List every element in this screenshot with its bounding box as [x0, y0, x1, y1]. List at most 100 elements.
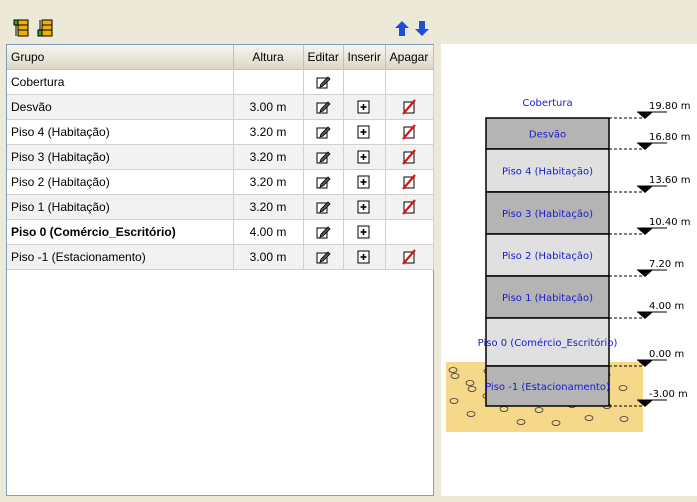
table-row[interactable]: Piso 4 (Habitação) 3.20 m: [7, 119, 434, 145]
row-grupo-cell: Piso 1 (Habitação): [7, 194, 234, 220]
row-altura-cell: 3.20 m: [233, 169, 304, 195]
pencil-edit-icon[interactable]: [315, 199, 331, 214]
floor-label: Piso -1 (Estacionamento): [485, 382, 610, 393]
building-section-panel: Desvão Piso 4 (Habitação) Piso 3 (Habitaçã…: [441, 44, 697, 496]
row-apagar-cell: [385, 119, 434, 145]
row-editar-cell: [303, 144, 344, 170]
row-editar-cell: [303, 169, 344, 195]
column-header-editar[interactable]: Editar: [303, 45, 344, 70]
delete-strike-icon[interactable]: [401, 124, 417, 140]
row-grupo-cell: Cobertura: [7, 69, 234, 95]
row-altura-cell: 3.00 m: [233, 244, 304, 270]
floor-label: Piso 4 (Habitação): [502, 167, 593, 178]
level-elevation: 16.80 m: [649, 132, 691, 143]
row-editar-cell: [303, 69, 344, 95]
table-row[interactable]: Piso 0 (Comércio_Escritório) 4.00 m: [7, 219, 434, 245]
pencil-edit-icon[interactable]: [315, 249, 331, 264]
floor-label: Piso 2 (Habitação): [502, 251, 593, 262]
row-altura-cell: [233, 69, 304, 95]
table-header-row: Grupo Altura Editar Inserir Apagar: [7, 45, 434, 70]
row-inserir-cell: [343, 244, 386, 270]
row-altura-cell: 3.20 m: [233, 144, 304, 170]
level-elevation: 13.60 m: [649, 175, 691, 186]
row-editar-cell: [303, 94, 344, 120]
row-altura-cell: 3.00 m: [233, 94, 304, 120]
floor-label: Desvão: [529, 130, 566, 141]
delete-strike-icon[interactable]: [401, 199, 417, 215]
row-inserir-cell: [343, 219, 386, 245]
row-apagar-cell: [385, 194, 434, 220]
floor-label: Piso 1 (Habitação): [502, 293, 593, 304]
insert-plus-icon[interactable]: [356, 99, 372, 114]
pencil-edit-icon[interactable]: [315, 149, 331, 164]
building-section-diagram: Desvão Piso 4 (Habitação) Piso 3 (Habitaçã…: [446, 98, 691, 432]
add-floor-below-icon[interactable]: [37, 18, 57, 38]
row-inserir-cell: [343, 94, 386, 120]
insert-plus-icon[interactable]: [356, 149, 372, 164]
insert-plus-icon[interactable]: [356, 249, 372, 264]
delete-strike-icon[interactable]: [401, 99, 417, 115]
row-inserir-cell: [343, 119, 386, 145]
row-apagar-cell: [385, 69, 434, 95]
pencil-edit-icon[interactable]: [315, 74, 331, 89]
row-inserir-cell: [343, 69, 386, 95]
row-altura-cell: 3.20 m: [233, 119, 304, 145]
row-apagar-cell: [385, 169, 434, 195]
row-grupo-cell: Piso 0 (Comércio_Escritório): [7, 219, 234, 245]
floor-label: Piso 3 (Habitação): [502, 209, 593, 220]
column-header-apagar[interactable]: Apagar: [385, 45, 434, 70]
pencil-edit-icon[interactable]: [315, 99, 331, 114]
toolbar: [0, 0, 440, 44]
row-altura-cell: 3.20 m: [233, 194, 304, 220]
floor-groups-table: Grupo Altura Editar Inserir Apagar Cober…: [7, 45, 434, 270]
delete-strike-icon[interactable]: [401, 249, 417, 265]
row-grupo-cell: Piso 3 (Habitação): [7, 144, 234, 170]
row-editar-cell: [303, 244, 344, 270]
table-row[interactable]: Piso -1 (Estacionamento) 3.00 m: [7, 244, 434, 270]
row-grupo-cell: Piso 2 (Habitação): [7, 169, 234, 195]
row-apagar-cell: [385, 244, 434, 270]
roof-label: Cobertura: [522, 98, 572, 109]
row-altura-cell: 4.00 m: [233, 219, 304, 245]
level-elevation: 0.00 m: [649, 349, 684, 360]
level-elevation: 19.80 m: [649, 101, 691, 112]
insert-plus-icon[interactable]: [356, 224, 372, 239]
floor-label: Piso 0 (Comércio_Escritório): [478, 337, 618, 349]
insert-plus-icon[interactable]: [356, 124, 372, 139]
insert-plus-icon[interactable]: [356, 199, 372, 214]
column-header-grupo[interactable]: Grupo: [7, 45, 234, 70]
table-row[interactable]: Cobertura: [7, 69, 434, 95]
table-row[interactable]: Piso 1 (Habitação) 3.20 m: [7, 194, 434, 220]
column-header-inserir[interactable]: Inserir: [343, 45, 386, 70]
column-header-altura[interactable]: Altura: [233, 45, 304, 70]
delete-strike-icon[interactable]: [401, 149, 417, 165]
table-row[interactable]: Piso 2 (Habitação) 3.20 m: [7, 169, 434, 195]
row-grupo-cell: Piso 4 (Habitação): [7, 119, 234, 145]
level-elevation: -3.00 m: [649, 389, 688, 400]
row-apagar-cell: [385, 144, 434, 170]
row-apagar-cell: [385, 94, 434, 120]
level-elevation: 4.00 m: [649, 301, 684, 312]
row-apagar-cell: [385, 219, 434, 245]
move-down-arrow-icon[interactable]: [412, 18, 432, 38]
row-editar-cell: [303, 194, 344, 220]
row-inserir-cell: [343, 144, 386, 170]
row-grupo-cell: Desvão: [7, 94, 234, 120]
row-grupo-cell: Piso -1 (Estacionamento): [7, 244, 234, 270]
table-row[interactable]: Piso 3 (Habitação) 3.20 m: [7, 144, 434, 170]
delete-strike-icon[interactable]: [401, 174, 417, 190]
level-elevation: 10.40 m: [649, 217, 691, 228]
row-editar-cell: [303, 219, 344, 245]
pencil-edit-icon[interactable]: [315, 224, 331, 239]
add-floor-above-icon[interactable]: [13, 18, 33, 38]
level-elevation: 7.20 m: [649, 259, 684, 270]
pencil-edit-icon[interactable]: [315, 124, 331, 139]
row-inserir-cell: [343, 194, 386, 220]
pencil-edit-icon[interactable]: [315, 174, 331, 189]
table-row[interactable]: Desvão 3.00 m: [7, 94, 434, 120]
row-editar-cell: [303, 119, 344, 145]
row-inserir-cell: [343, 169, 386, 195]
insert-plus-icon[interactable]: [356, 174, 372, 189]
move-up-arrow-icon[interactable]: [392, 18, 412, 38]
floor-groups-table-panel: Grupo Altura Editar Inserir Apagar Cober…: [6, 44, 434, 496]
